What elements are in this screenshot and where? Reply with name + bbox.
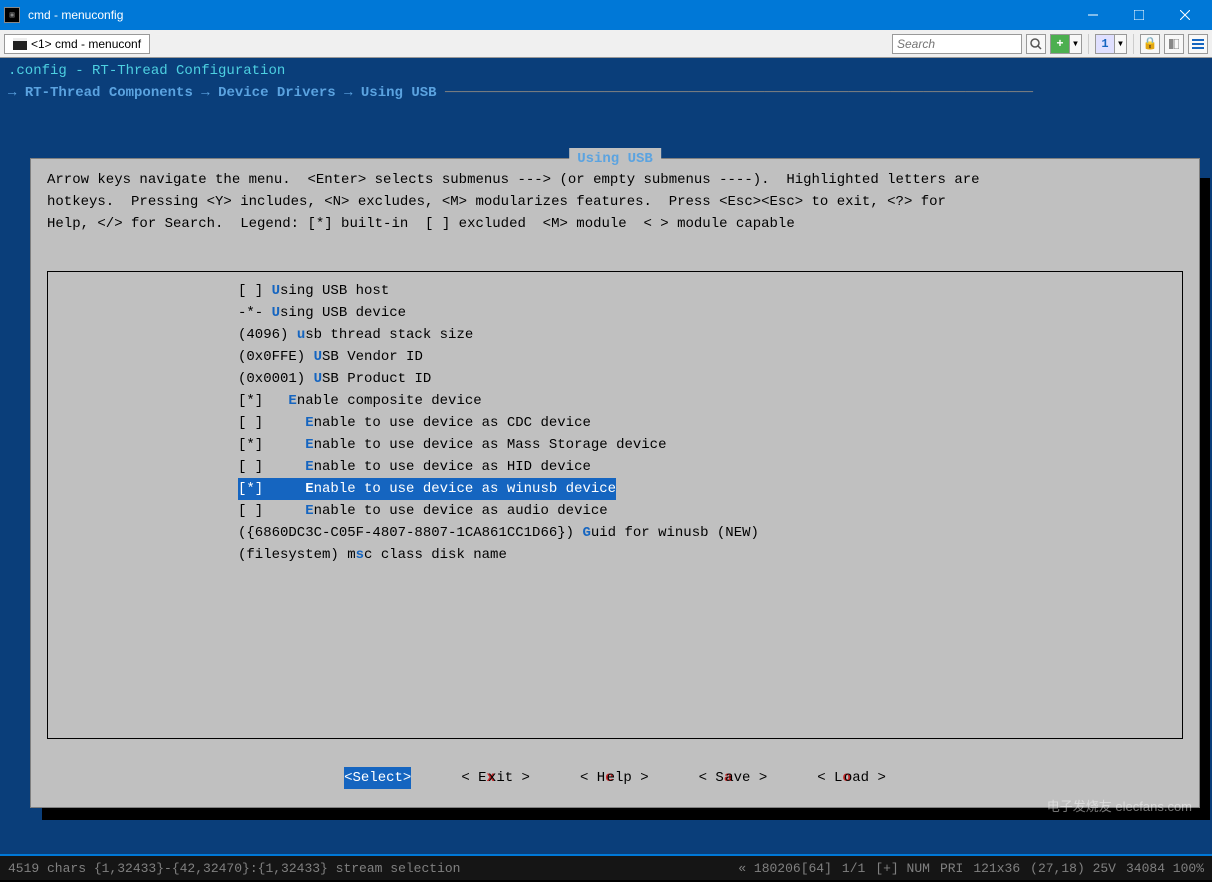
status-left: 4519 chars {1,32433}-{42,32470}:{1,32433… xyxy=(8,861,738,876)
menu-item-9[interactable]: [*] Enable to use device as winusb devic… xyxy=(48,478,1182,500)
window-list-button[interactable]: 1 xyxy=(1095,34,1115,54)
help-button[interactable]: < Heelp > xyxy=(580,767,649,789)
menu-item-12[interactable]: (filesystem) msc class disk name xyxy=(48,544,1182,566)
menu-item-7[interactable]: [*] Enable to use device as Mass Storage… xyxy=(48,434,1182,456)
menu-item-11[interactable]: ({6860DC3C-C05F-4807-8807-1CA861CC1D66})… xyxy=(48,522,1182,544)
toolbar: <1> cmd - menuconf +▾ 1▾ 🔒 xyxy=(0,30,1212,58)
app-icon: ▣ xyxy=(4,7,20,23)
breadcrumb: → RT-Thread Components → Device Drivers … xyxy=(0,82,1212,104)
lock-button[interactable]: 🔒 xyxy=(1140,34,1160,54)
menu-list: [ ] Using USB host-*- Using USB device(4… xyxy=(47,271,1183,739)
menu-item-3[interactable]: (0x0FFE) USB Vendor ID xyxy=(48,346,1182,368)
menu-item-6[interactable]: [ ] Enable to use device as CDC device xyxy=(48,412,1182,434)
panel-button[interactable] xyxy=(1164,34,1184,54)
terminal-icon xyxy=(13,38,27,50)
menu-item-4[interactable]: (0x0001) USB Product ID xyxy=(48,368,1182,390)
new-tab-button[interactable]: + xyxy=(1050,34,1070,54)
status-right: « 180206[64] 1/1 [+] NUM PRI 121x36 (27,… xyxy=(738,861,1204,876)
config-title: .config - RT-Thread Configuration xyxy=(0,60,1212,82)
menu-item-8[interactable]: [ ] Enable to use device as HID device xyxy=(48,456,1182,478)
menu-item-10[interactable]: [ ] Enable to use device as audio device xyxy=(48,500,1182,522)
load-button[interactable]: < Looad > xyxy=(817,767,886,789)
status-bar: 4519 chars {1,32433}-{42,32470}:{1,32433… xyxy=(0,854,1212,880)
search-button[interactable] xyxy=(1026,34,1046,54)
menu-button[interactable] xyxy=(1188,34,1208,54)
save-button[interactable]: < Saave > xyxy=(699,767,768,789)
close-button[interactable] xyxy=(1162,0,1208,30)
menu-item-0[interactable]: [ ] Using USB host xyxy=(48,280,1182,302)
tab-label: <1> cmd - menuconf xyxy=(31,37,141,51)
menu-item-1[interactable]: -*- Using USB device xyxy=(48,302,1182,324)
help-text: Arrow keys navigate the menu. <Enter> se… xyxy=(31,159,1199,245)
menu-item-5[interactable]: [*] Enable composite device xyxy=(48,390,1182,412)
tab-cmd[interactable]: <1> cmd - menuconf xyxy=(4,34,150,54)
button-row: <Select> < Exxit > < Heelp > < Saave > <… xyxy=(31,767,1199,789)
window-title: cmd - menuconfig xyxy=(28,8,1070,22)
menu-item-2[interactable]: (4096) usb thread stack size xyxy=(48,324,1182,346)
search-input[interactable] xyxy=(892,34,1022,54)
terminal-area: .config - RT-Thread Configuration → RT-T… xyxy=(0,58,1212,854)
minimize-button[interactable] xyxy=(1070,0,1116,30)
dialog-title: Using USB xyxy=(569,148,661,170)
window-list-dropdown[interactable]: ▾ xyxy=(1115,34,1127,54)
maximize-button[interactable] xyxy=(1116,0,1162,30)
new-tab-dropdown[interactable]: ▾ xyxy=(1070,34,1082,54)
window-titlebar: ▣ cmd - menuconfig xyxy=(0,0,1212,30)
dialog-box: Using USB Arrow keys navigate the menu. … xyxy=(30,158,1200,808)
exit-button[interactable]: < Exxit > xyxy=(461,767,530,789)
select-button[interactable]: <Select> xyxy=(344,767,411,789)
